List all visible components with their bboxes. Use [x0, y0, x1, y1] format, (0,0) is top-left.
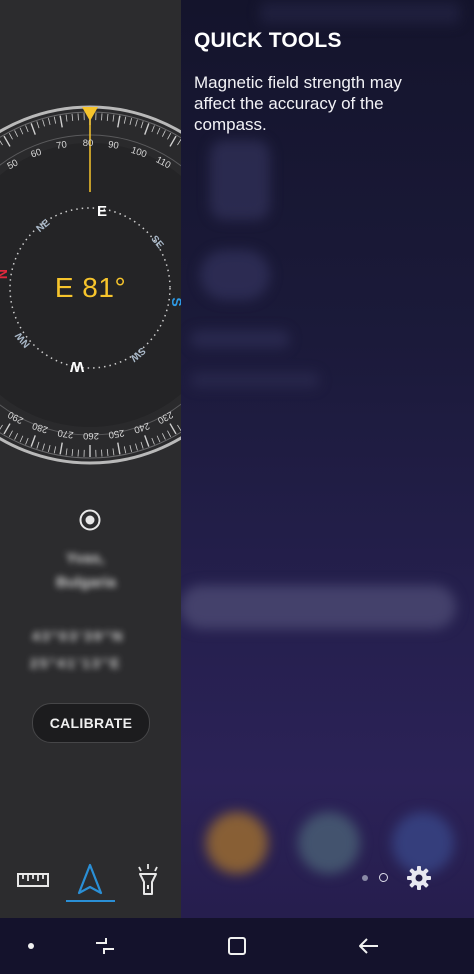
- page-indicator-dot: [362, 875, 368, 881]
- location-city: Yvas,: [66, 550, 105, 567]
- page-indicator-home: [379, 873, 388, 882]
- system-navigation-bar: [0, 918, 474, 974]
- flashlight-icon[interactable]: [128, 860, 168, 900]
- location-longitude: 25°41'13"E: [30, 655, 122, 671]
- compass-dial: 50 60 70 80 90 100 110 290 280 270 260 2…: [0, 105, 181, 465]
- active-tab-indicator: [66, 900, 115, 902]
- degree-label: 90: [107, 139, 119, 152]
- background-app-icon: [206, 812, 268, 874]
- quick-tools-title: QUICK TOOLS: [194, 29, 342, 52]
- background-weather-widget: [210, 140, 270, 220]
- degree-label: 70: [56, 139, 68, 152]
- location-country: Bulgaria: [56, 574, 117, 591]
- compass-accuracy-message: Magnetic field strength may affect the a…: [194, 73, 402, 134]
- compass-panel: 50 60 70 80 90 100 110 290 280 270 260 2…: [0, 0, 181, 918]
- home-icon[interactable]: [223, 932, 251, 960]
- dot-icon[interactable]: [17, 932, 45, 960]
- background-text: [190, 372, 320, 388]
- background-text: [190, 330, 290, 348]
- compass-arrow-icon[interactable]: [70, 860, 110, 900]
- quick-tools-tabs: [0, 850, 181, 910]
- recents-icon[interactable]: [91, 932, 119, 960]
- cardinal-west: W: [69, 358, 84, 375]
- degree-label: 260: [83, 430, 99, 441]
- calibrate-button[interactable]: CALIBRATE: [32, 703, 150, 743]
- cardinal-east: E: [97, 203, 107, 220]
- background-cloud-icon: [200, 250, 270, 300]
- ruler-icon[interactable]: [13, 860, 53, 900]
- background-status: [260, 2, 460, 24]
- background-app-icon: [298, 812, 360, 874]
- degree-label: 80: [83, 138, 94, 149]
- back-icon[interactable]: [355, 932, 383, 960]
- background-search-bar: [180, 585, 456, 629]
- heading-readout: E 81°: [54, 272, 127, 303]
- settings-gear-icon[interactable]: [405, 864, 433, 892]
- location-latitude: 43°03'39"N: [32, 628, 125, 644]
- location-pin-icon: [79, 509, 101, 531]
